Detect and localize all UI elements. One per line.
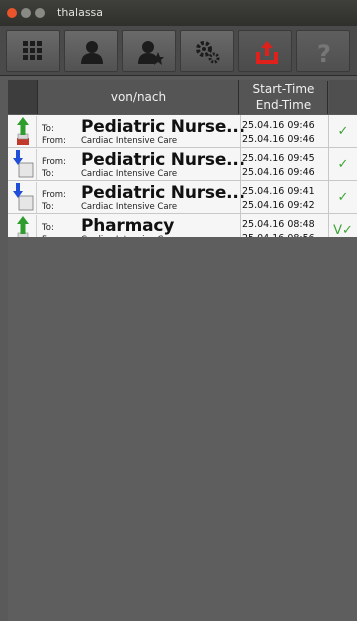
header-icon-column <box>8 80 38 114</box>
row-destination: Pediatric Nurse... <box>81 183 245 203</box>
person-star-icon <box>138 41 164 65</box>
header-time[interactable]: Start-Time End-Time <box>240 81 328 114</box>
row-start-time: 25.04.16 09:46 <box>242 120 315 131</box>
row-origin: Cardiac Intensive Care <box>81 169 178 179</box>
row-label-top: To: <box>42 124 54 134</box>
arrow-down-blue-icon <box>9 182 37 213</box>
row-origin: Cardiac Intensive Care <box>81 202 178 212</box>
transfers-button[interactable] <box>238 30 292 72</box>
row-end-time: 25.04.16 09:46 <box>242 167 315 178</box>
favorite-patients-button[interactable] <box>122 30 176 72</box>
row-start-time: 25.04.16 08:48 <box>242 219 315 230</box>
help-icon: ? <box>317 40 331 66</box>
settings-button[interactable] <box>180 30 234 72</box>
close-window-icon[interactable] <box>7 8 17 18</box>
window-titlebar: thalassa <box>0 0 357 26</box>
person-icon <box>81 41 103 64</box>
svg-text:?: ? <box>317 40 331 66</box>
grid-button[interactable] <box>6 30 60 72</box>
table-empty-area <box>8 237 357 621</box>
status-check-icon: ✓ <box>337 190 349 205</box>
grid-icon <box>23 41 42 60</box>
row-label-top: To: <box>42 223 54 233</box>
row-origin: Cardiac Intensive Care <box>81 136 178 146</box>
row-label-bottom: To: <box>42 202 54 212</box>
patients-button[interactable] <box>64 30 118 72</box>
arrow-up-green-icon <box>9 116 37 147</box>
row-label-top: From: <box>42 157 66 167</box>
header-end-time: End-Time <box>255 98 312 112</box>
window-title: thalassa <box>57 6 104 19</box>
row-end-time: 25.04.16 09:46 <box>242 134 315 145</box>
row-destination: Pediatric Nurse... <box>81 117 245 137</box>
header-start-time: Start-Time <box>252 82 315 96</box>
column-divider <box>240 148 241 181</box>
row-end-time: 25.04.16 09:42 <box>242 200 315 211</box>
row-start-time: 25.04.16 09:41 <box>242 186 315 197</box>
status-check-icon: ✓ <box>337 124 349 139</box>
status-check-icon: ✓ <box>337 157 349 172</box>
row-label-bottom: To: <box>42 169 54 179</box>
arrow-down-blue-icon <box>9 149 37 180</box>
table-row[interactable]: From: To: Pediatric Nurse... Cardiac Intens… <box>8 181 357 214</box>
table-header: von/nach Start-Time End-Time <box>8 80 357 114</box>
help-button[interactable]: ? <box>296 30 350 72</box>
row-start-time: 25.04.16 09:45 <box>242 153 315 164</box>
gears-icon <box>196 41 220 64</box>
row-destination: Pharmacy <box>81 216 175 236</box>
toolbar: ? <box>0 26 357 76</box>
table-row[interactable]: To: From: Pediatric Nurse... Cardiac Intens… <box>8 115 357 148</box>
minimize-window-icon[interactable] <box>21 8 31 18</box>
maximize-window-icon[interactable] <box>35 8 45 18</box>
row-label-bottom: From: <box>42 136 66 146</box>
table-row[interactable]: From: To: Pediatric Nurse... Cardiac Intens… <box>8 148 357 181</box>
column-divider <box>240 181 241 214</box>
header-status-column <box>329 80 357 114</box>
row-label-top: From: <box>42 190 66 200</box>
column-divider <box>240 115 241 148</box>
upload-tray-icon <box>256 41 278 64</box>
row-destination: Pediatric Nurse... <box>81 150 245 170</box>
header-route[interactable]: von/nach <box>39 80 239 114</box>
